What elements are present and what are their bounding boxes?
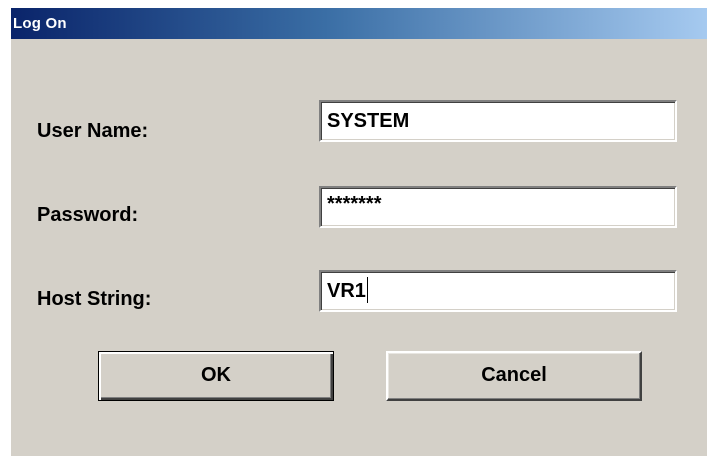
password-field[interactable]: ******* xyxy=(319,186,677,228)
host-string-field[interactable]: VR1 xyxy=(319,270,677,312)
password-label: Password: xyxy=(37,204,139,226)
user-name-value: SYSTEM xyxy=(327,110,410,132)
user-name-field[interactable]: SYSTEM xyxy=(319,100,677,142)
window-title: Log On xyxy=(13,15,67,32)
host-string-label: Host String: xyxy=(37,288,152,310)
ok-button[interactable]: OK xyxy=(98,351,334,401)
password-value: ******* xyxy=(327,193,382,215)
text-caret xyxy=(366,276,368,303)
cancel-button[interactable]: Cancel xyxy=(386,351,642,401)
host-string-value: VR1 xyxy=(327,280,366,302)
user-name-label: User Name: xyxy=(37,120,149,142)
log-on-dialog: Log On User Name: SYSTEM Password: *****… xyxy=(10,8,707,456)
title-bar[interactable]: Log On xyxy=(11,8,707,39)
